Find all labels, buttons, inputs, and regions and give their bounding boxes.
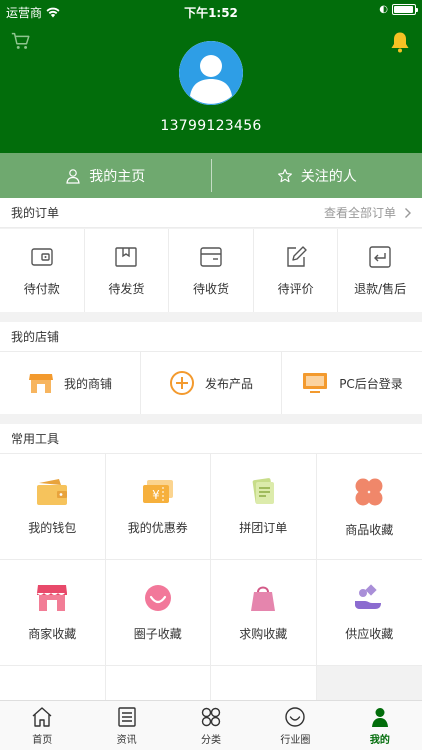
order-pending-review[interactable]: 待评价 [254, 229, 339, 312]
plus-circle-icon [169, 371, 194, 395]
nav-news[interactable]: 资讯 [84, 701, 168, 750]
svg-text:¥: ¥ [152, 488, 160, 502]
person-icon [66, 168, 80, 184]
tool-purchase-favorites[interactable]: 求购收藏 [211, 560, 317, 666]
tab-divider [210, 159, 212, 192]
wallet-icon [37, 479, 68, 505]
order-pending-receipt[interactable]: 待收货 [169, 229, 254, 312]
wallet-icon [31, 248, 53, 266]
status-bar: 运营商 下午1:52 ◐ [0, 0, 422, 22]
tool-partial-3[interactable] [211, 666, 317, 700]
battery-icon [392, 4, 418, 15]
user-phone: 13799123456 [160, 118, 262, 134]
view-all-orders-link[interactable]: 查看全部订单 [324, 198, 412, 228]
cart-icon[interactable] [10, 30, 32, 52]
return-icon [369, 246, 391, 268]
publish-product-button[interactable]: 发布产品 [141, 352, 282, 414]
circle-icon [285, 706, 306, 727]
shop-row: 我的商铺 发布产品 PC后台登录 [0, 352, 422, 414]
tab-my-homepage[interactable]: 我的主页 [0, 153, 211, 198]
order-status-row: 待付款 待发货 待收货 待评价 退款/售后 [0, 229, 422, 312]
shop-icon [37, 585, 68, 611]
lock-rotation-icon: ◐ [379, 4, 388, 15]
supply-icon [355, 584, 382, 609]
tool-partial-1[interactable] [0, 666, 106, 700]
order-pending-payment[interactable]: 待付款 [0, 229, 85, 312]
news-icon [117, 706, 136, 727]
tab-label: 关注的人 [300, 168, 357, 185]
shop-header: 我的店铺 [0, 322, 422, 352]
nav-home[interactable]: 首页 [0, 701, 84, 750]
tool-group-orders[interactable]: 拼团订单 [211, 454, 317, 560]
tool-merchant-favorites[interactable]: 商家收藏 [0, 560, 106, 666]
tool-circle-favorites[interactable]: 圈子收藏 [105, 560, 211, 666]
nav-category[interactable]: 分类 [169, 701, 253, 750]
tools-grid: 我的钱包 ¥ 我的优惠券 拼团订单 商品收藏 商家收藏 圈子收藏 求购收藏 供应… [0, 454, 422, 700]
coupon-icon: ¥ [142, 480, 173, 503]
tool-my-coupons[interactable]: ¥ 我的优惠券 [105, 454, 211, 560]
package-icon [115, 247, 138, 267]
category-icon [201, 707, 221, 726]
clock: 下午1:52 [184, 6, 238, 20]
tools-header: 常用工具 [0, 424, 422, 454]
my-store-button[interactable]: 我的商铺 [0, 352, 141, 414]
star-icon [277, 168, 292, 182]
profile-header: 运营商 下午1:52 ◐ 13799123456 我的主页 关注的人 [0, 0, 422, 198]
section-title: 我的订单 [11, 206, 60, 220]
bag-icon [251, 586, 276, 611]
tool-product-favorites[interactable]: 商品收藏 [316, 454, 422, 560]
chevron-right-icon [405, 208, 411, 218]
tool-partial-2[interactable] [106, 666, 211, 700]
order-pending-shipment[interactable]: 待发货 [85, 229, 170, 312]
tab-label: 我的主页 [89, 168, 146, 185]
receive-icon [200, 247, 222, 267]
tool-supply-favorites[interactable]: 供应收藏 [316, 560, 422, 666]
profile-icon [371, 707, 388, 727]
bell-icon[interactable] [388, 30, 412, 54]
tool-empty-slot [316, 666, 422, 700]
section-title: 我的店铺 [11, 330, 60, 344]
nav-industry-circle[interactable]: 行业圈 [253, 701, 337, 750]
home-icon [32, 706, 52, 727]
section-title: 常用工具 [11, 432, 60, 446]
edit-icon [286, 246, 307, 267]
monitor-icon [303, 373, 328, 393]
orders-header: 我的订单 查看全部订单 [0, 198, 422, 228]
group-order-icon [252, 478, 275, 504]
tab-following[interactable]: 关注的人 [212, 153, 422, 198]
smile-icon [144, 585, 171, 611]
nav-mine[interactable]: 我的 [338, 701, 422, 750]
tool-my-wallet[interactable]: 我的钱包 [0, 454, 106, 560]
clover-icon [355, 478, 383, 506]
order-refund-aftersale[interactable]: 退款/售后 [338, 229, 422, 312]
profile-screen: 运营商 下午1:52 ◐ 13799123456 我的主页 关注的人 我的订单 … [0, 0, 422, 750]
avatar[interactable] [179, 41, 243, 105]
profile-tabs: 我的主页 关注的人 [0, 153, 422, 198]
pc-admin-login-button[interactable]: PC后台登录 [282, 352, 422, 414]
bottom-nav: 首页 资讯 分类 行业圈 我的 [0, 700, 422, 750]
store-icon [28, 374, 53, 393]
